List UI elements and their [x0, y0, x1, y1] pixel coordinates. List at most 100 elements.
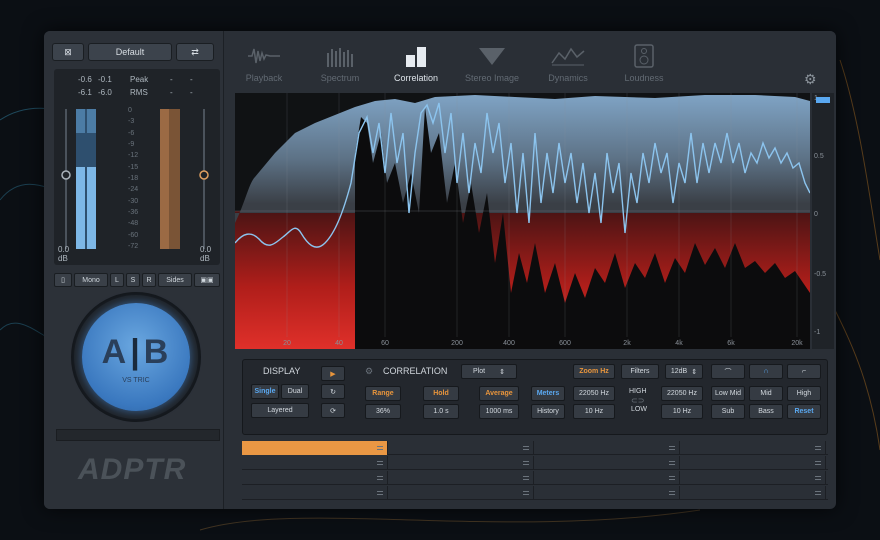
- drag-grip-icon[interactable]: [523, 476, 529, 480]
- cycle-button[interactable]: ⟳: [321, 403, 345, 418]
- meter-scale-label: -48: [128, 220, 139, 228]
- link-chain-icon[interactable]: ⊂⊃: [631, 396, 644, 405]
- drag-grip-icon[interactable]: [377, 461, 383, 465]
- filters-button[interactable]: Filters: [621, 364, 659, 379]
- tab-playback[interactable]: Playback: [228, 43, 300, 83]
- drag-grip-icon[interactable]: [815, 446, 821, 450]
- left-button[interactable]: L: [110, 273, 124, 287]
- settings-gear-icon[interactable]: ⚙: [804, 71, 817, 88]
- reset-button[interactable]: Reset: [787, 404, 821, 419]
- snapshot-slot[interactable]: [388, 456, 534, 470]
- dual-button[interactable]: Dual: [281, 384, 309, 399]
- rms-value-left: -6.1: [78, 88, 92, 97]
- drag-grip-icon[interactable]: [815, 476, 821, 480]
- tab-spectrum-label: Spectrum: [320, 73, 360, 83]
- snapshot-slot[interactable]: [388, 486, 534, 500]
- route-icon: ⇄: [191, 46, 199, 57]
- low-freq-1[interactable]: 10 Hz: [573, 404, 615, 419]
- ab-sub-label: VS TRIC: [122, 377, 150, 384]
- snapshot-slot-grid: [242, 441, 828, 505]
- lowcut-filter-button[interactable]: ⌒: [711, 364, 745, 379]
- range-button[interactable]: Range: [365, 386, 401, 401]
- drag-grip-icon[interactable]: [377, 491, 383, 495]
- history-button[interactable]: History: [531, 404, 565, 419]
- peak-value-left: -0.6: [78, 75, 92, 84]
- snapshot-slot[interactable]: [534, 456, 680, 470]
- snapshot-slot[interactable]: [680, 441, 826, 455]
- frequency-tick-label: 400: [503, 340, 515, 347]
- snapshot-slot[interactable]: [680, 471, 826, 485]
- snapshot-slot[interactable]: [534, 471, 680, 485]
- snapshot-slot[interactable]: [388, 471, 534, 485]
- drag-grip-icon[interactable]: [377, 446, 383, 450]
- ab-toggle-button[interactable]: ▣▣: [194, 273, 220, 287]
- drag-grip-icon[interactable]: [523, 491, 529, 495]
- preset-selector[interactable]: Default: [88, 43, 172, 61]
- meter-scale-label: -36: [128, 209, 139, 216]
- plot-select[interactable]: Plot ⇕: [461, 364, 517, 379]
- play-button[interactable]: ▶: [321, 366, 345, 381]
- gain-slider-left-handle[interactable]: [61, 170, 71, 180]
- average-value[interactable]: 1000 ms: [479, 404, 519, 419]
- tab-stereo-image[interactable]: Stereo Image: [456, 43, 528, 83]
- high-band-button[interactable]: High: [787, 386, 821, 401]
- bandpass-filter-button[interactable]: ∩: [749, 364, 783, 379]
- low-freq-2[interactable]: 10 Hz: [661, 404, 703, 419]
- snapshot-slot[interactable]: [388, 441, 534, 455]
- highcut-filter-button[interactable]: ⌐: [787, 364, 821, 379]
- drag-grip-icon[interactable]: [669, 491, 675, 495]
- mono-button[interactable]: Mono: [74, 273, 108, 287]
- reset-view-button[interactable]: ↻: [321, 384, 345, 399]
- low-mid-button[interactable]: Low Mid: [711, 386, 745, 401]
- snapshot-button[interactable]: ⊠: [52, 43, 84, 61]
- meter-right-a: [160, 109, 169, 249]
- snapshot-slot[interactable]: [242, 486, 388, 500]
- snapshot-slot[interactable]: [680, 486, 826, 500]
- bass-button[interactable]: Bass: [749, 404, 783, 419]
- tab-spectrum[interactable]: Spectrum: [304, 43, 376, 83]
- snapshot-slot[interactable]: [242, 471, 388, 485]
- drag-grip-icon[interactable]: [377, 476, 383, 480]
- hold-button[interactable]: Hold: [423, 386, 459, 401]
- link-button[interactable]: ▯: [54, 273, 72, 287]
- tab-loudness[interactable]: Loudness: [608, 43, 680, 83]
- correlation-gear-icon[interactable]: ⚙: [365, 366, 373, 377]
- correlation-scale: 10.50-0.5-1: [812, 93, 834, 349]
- high-freq-2[interactable]: 22050 Hz: [661, 386, 703, 401]
- zoom-hz-button[interactable]: Zoom Hz: [573, 364, 615, 379]
- ab-letter-a: A: [101, 333, 129, 371]
- slope-select[interactable]: 12dB ⇕: [665, 364, 703, 379]
- meter-scale-label: -6: [128, 129, 135, 137]
- mid-button[interactable]: Mid: [749, 386, 783, 401]
- monitor-mode-bar: ▯ Mono L S R Sides ▣▣: [54, 273, 220, 287]
- drag-grip-icon[interactable]: [669, 461, 675, 465]
- side-button[interactable]: S: [126, 273, 140, 287]
- tab-correlation[interactable]: Correlation: [380, 43, 452, 83]
- high-freq-1[interactable]: 22050 Hz: [573, 386, 615, 401]
- drag-grip-icon[interactable]: [669, 476, 675, 480]
- snapshot-slot[interactable]: [534, 441, 680, 455]
- range-value[interactable]: 36%: [365, 404, 401, 419]
- drag-grip-icon[interactable]: [523, 461, 529, 465]
- route-button[interactable]: ⇄: [176, 43, 214, 61]
- hold-value[interactable]: 1.0 s: [423, 404, 459, 419]
- right-button[interactable]: R: [142, 273, 156, 287]
- sub-button[interactable]: Sub: [711, 404, 745, 419]
- snapshot-slot[interactable]: [242, 441, 388, 455]
- snapshot-slot[interactable]: [680, 456, 826, 470]
- ab-switch-button[interactable]: A|B VS TRIC: [82, 303, 190, 411]
- sides-button[interactable]: Sides: [158, 273, 192, 287]
- gain-slider-right-handle[interactable]: [199, 170, 209, 180]
- meter-scale-label: -3: [128, 118, 135, 126]
- meters-button[interactable]: Meters: [531, 386, 565, 401]
- drag-grip-icon[interactable]: [523, 446, 529, 450]
- tab-dynamics[interactable]: Dynamics: [532, 43, 604, 83]
- drag-grip-icon[interactable]: [669, 446, 675, 450]
- single-button[interactable]: Single: [251, 384, 279, 399]
- snapshot-slot[interactable]: [534, 486, 680, 500]
- drag-grip-icon[interactable]: [815, 461, 821, 465]
- drag-grip-icon[interactable]: [815, 491, 821, 495]
- layered-button[interactable]: Layered: [251, 403, 309, 418]
- snapshot-slot[interactable]: [242, 456, 388, 470]
- average-button[interactable]: Average: [479, 386, 519, 401]
